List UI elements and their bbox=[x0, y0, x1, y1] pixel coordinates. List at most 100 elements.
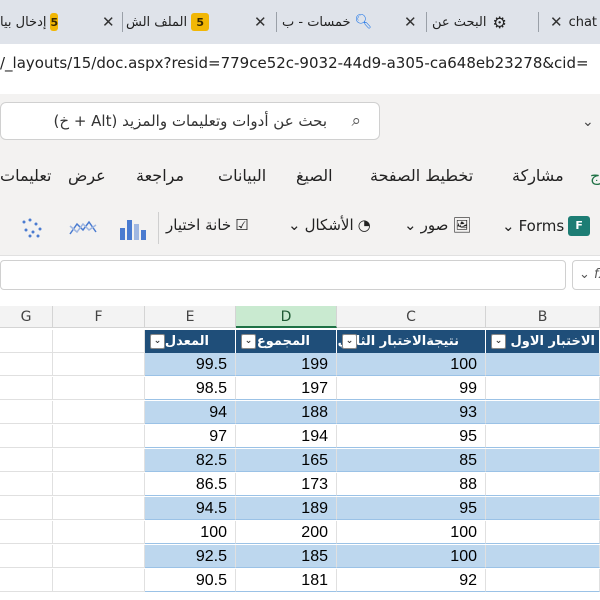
column-title-average[interactable]: المعدل ⌄ bbox=[145, 330, 236, 353]
table-cell[interactable] bbox=[53, 425, 145, 448]
table-cell[interactable]: 200 bbox=[236, 521, 337, 544]
tab-view[interactable]: عرض bbox=[68, 166, 106, 185]
line-chart-icon[interactable] bbox=[68, 216, 98, 240]
column-header-c[interactable]: C bbox=[337, 306, 486, 328]
filter-dropdown-icon[interactable]: ⌄ bbox=[241, 334, 256, 349]
tab-insert[interactable]: ج bbox=[590, 166, 600, 185]
column-header-e[interactable]: E bbox=[145, 306, 236, 328]
table-cell[interactable]: 98.5 bbox=[145, 377, 236, 400]
tab-close[interactable]: ✕ bbox=[398, 4, 424, 40]
fx-button[interactable]: ⌄ fx bbox=[572, 260, 600, 290]
table-cell[interactable] bbox=[0, 569, 53, 592]
table-cell[interactable]: 194 bbox=[236, 425, 337, 448]
tab-chat[interactable]: ✕ chat bbox=[544, 4, 600, 40]
filter-dropdown-icon[interactable]: ⌄ bbox=[491, 334, 506, 349]
spreadsheet-grid[interactable]: G F E D C B المعدل ⌄ المجموع ⌄ نتيجةالاخ… bbox=[0, 306, 600, 600]
table-cell[interactable] bbox=[53, 353, 145, 376]
table-cell[interactable]: 99.5 bbox=[145, 353, 236, 376]
search-input[interactable]: ⌕ بحث عن أدوات وتعليمات والمزيد (Alt + خ… bbox=[0, 102, 380, 140]
table-cell[interactable]: 165 bbox=[236, 449, 337, 472]
table-cell[interactable] bbox=[486, 377, 600, 400]
table-cell[interactable]: 97 bbox=[145, 425, 236, 448]
table-cell[interactable] bbox=[0, 425, 53, 448]
table-cell[interactable] bbox=[53, 545, 145, 568]
table-cell[interactable]: 100 bbox=[337, 353, 486, 376]
table-cell[interactable]: 173 bbox=[236, 473, 337, 496]
filter-dropdown-icon[interactable]: ⌄ bbox=[342, 334, 357, 349]
table-cell[interactable] bbox=[0, 521, 53, 544]
checkbox-button[interactable]: خانة اختيار ☑ bbox=[166, 216, 253, 234]
table-cell[interactable]: 86.5 bbox=[145, 473, 236, 496]
table-cell[interactable] bbox=[0, 449, 53, 472]
table-cell[interactable] bbox=[0, 545, 53, 568]
tab-review[interactable]: مراجعة bbox=[136, 166, 184, 185]
column-title-total[interactable]: المجموع ⌄ bbox=[236, 330, 337, 353]
tab-help[interactable]: تعليمات bbox=[0, 166, 51, 185]
table-cell[interactable]: 82.5 bbox=[145, 449, 236, 472]
table-cell[interactable] bbox=[53, 449, 145, 472]
table-cell[interactable]: 185 bbox=[236, 545, 337, 568]
table-cell[interactable]: 92.5 bbox=[145, 545, 236, 568]
table-cell[interactable] bbox=[53, 497, 145, 520]
url-text[interactable]: /_layouts/15/doc.aspx?resid=779ce52c-903… bbox=[0, 54, 589, 72]
table-cell[interactable]: 92 bbox=[337, 569, 486, 592]
table-cell[interactable] bbox=[486, 521, 600, 544]
table-cell[interactable]: 85 bbox=[337, 449, 486, 472]
filter-dropdown-icon[interactable]: ⌄ bbox=[150, 334, 165, 349]
table-cell[interactable] bbox=[53, 521, 145, 544]
shapes-button[interactable]: ⌄ الأشكال ◔ bbox=[284, 216, 375, 234]
table-cell[interactable]: 199 bbox=[236, 353, 337, 376]
table-cell[interactable] bbox=[53, 330, 145, 353]
table-cell[interactable]: 197 bbox=[236, 377, 337, 400]
tab-khamsat[interactable]: خمسات - ب 🔍︎ bbox=[282, 4, 382, 40]
table-cell[interactable] bbox=[486, 401, 600, 424]
table-cell[interactable] bbox=[486, 353, 600, 376]
table-cell[interactable] bbox=[486, 425, 600, 448]
table-cell[interactable] bbox=[0, 330, 53, 353]
close-icon[interactable]: ✕ bbox=[254, 13, 267, 31]
tab-search[interactable]: البحث عن ⚙ bbox=[432, 4, 532, 40]
tab-close[interactable]: ✕ bbox=[96, 4, 122, 40]
table-cell[interactable]: 90.5 bbox=[145, 569, 236, 592]
column-title-test-2[interactable]: نتيجةالاختبار الثاني ⌄ bbox=[337, 330, 486, 353]
pictures-button[interactable]: ⌄ صور 🖼︎ bbox=[400, 216, 475, 234]
tab-share[interactable]: مشاركة bbox=[512, 166, 564, 185]
table-cell[interactable]: 93 bbox=[337, 401, 486, 424]
table-cell[interactable] bbox=[0, 401, 53, 424]
table-cell[interactable] bbox=[486, 545, 600, 568]
column-header-b[interactable]: B bbox=[486, 306, 600, 328]
tab-formulas[interactable]: الصيغ bbox=[296, 166, 333, 185]
bar-chart-icon[interactable] bbox=[118, 216, 148, 242]
table-cell[interactable] bbox=[486, 569, 600, 592]
table-cell[interactable]: 94 bbox=[145, 401, 236, 424]
close-icon[interactable]: ✕ bbox=[404, 13, 417, 31]
scatter-chart-icon[interactable] bbox=[20, 216, 48, 240]
table-cell[interactable] bbox=[0, 353, 53, 376]
tab-page-layout[interactable]: تخطيط الصفحة bbox=[370, 166, 473, 185]
table-cell[interactable]: 94.5 bbox=[145, 497, 236, 520]
table-cell[interactable] bbox=[486, 497, 600, 520]
forms-button[interactable]: ⌄ Forms F bbox=[498, 216, 594, 236]
table-cell[interactable]: 95 bbox=[337, 497, 486, 520]
table-cell[interactable] bbox=[486, 473, 600, 496]
table-cell[interactable] bbox=[53, 377, 145, 400]
table-cell[interactable]: 100 bbox=[145, 521, 236, 544]
close-icon[interactable]: ✕ bbox=[550, 13, 563, 31]
tab-file[interactable]: الملف الش 5 bbox=[126, 4, 244, 40]
column-title-test-1[interactable]: الاختبار الاول ⌄ bbox=[486, 330, 600, 353]
table-cell[interactable]: 181 bbox=[236, 569, 337, 592]
table-cell[interactable] bbox=[53, 473, 145, 496]
tab-extra[interactable]: إدخال بيا 5 bbox=[0, 4, 60, 40]
table-cell[interactable]: 88 bbox=[337, 473, 486, 496]
formula-input[interactable] bbox=[0, 260, 566, 290]
column-header-d[interactable]: D bbox=[236, 306, 337, 328]
table-cell[interactable] bbox=[0, 473, 53, 496]
table-cell[interactable]: 95 bbox=[337, 425, 486, 448]
table-cell[interactable]: 99 bbox=[337, 377, 486, 400]
table-cell[interactable] bbox=[486, 449, 600, 472]
table-cell[interactable]: 189 bbox=[236, 497, 337, 520]
table-cell[interactable] bbox=[0, 377, 53, 400]
table-cell[interactable] bbox=[53, 401, 145, 424]
close-icon[interactable]: ✕ bbox=[102, 13, 115, 31]
address-bar[interactable]: /_layouts/15/doc.aspx?resid=779ce52c-903… bbox=[0, 44, 600, 94]
